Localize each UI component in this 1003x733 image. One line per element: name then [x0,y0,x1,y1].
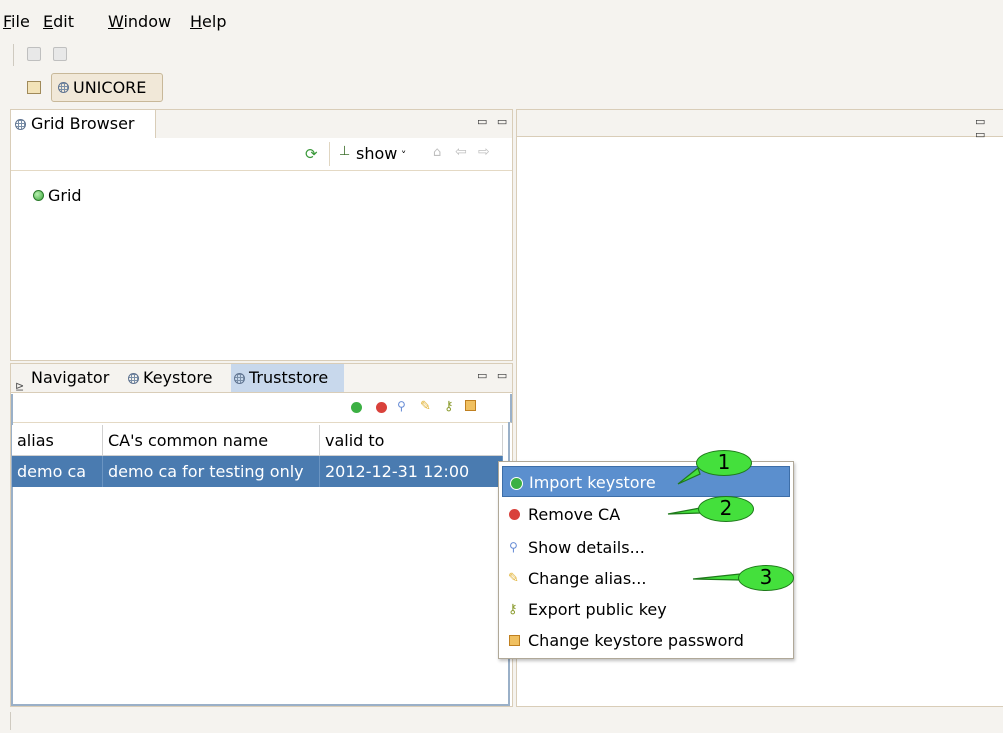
save-all-icon[interactable] [53,47,67,61]
cell-ca-common-name: demo ca for testing only [102,455,320,487]
column-header-ca-common-name[interactable]: CA's common name [102,425,320,456]
table-header-row: alias CA's common name valid to [12,425,503,456]
minimize-maximize-controls[interactable]: ▭ ▭ [975,115,1003,141]
grid-browser-tab-strip: Grid Browser ▭ ▭ [11,110,512,139]
key-export-icon[interactable]: ⚷ [444,399,454,414]
tab-label: Truststore [249,368,329,387]
pencil-icon[interactable]: ✎ [420,399,431,414]
back-arrow-icon[interactable]: ⇦ [455,144,467,160]
menu-item-label: Import keystore [529,473,656,492]
editor-tab-strip [517,110,1003,137]
column-header-alias[interactable]: alias [12,425,103,456]
tab-label: Grid Browser [31,114,135,133]
open-perspective-icon[interactable] [27,81,41,94]
tree-item-grid[interactable]: Grid [33,186,82,205]
menu-item-change-keystore-password[interactable]: Change keystore password [502,625,790,656]
truststore-toolbar: ⚲ ✎ ⚷ [11,394,512,423]
tab-truststore[interactable]: Truststore [231,364,344,392]
forward-arrow-icon[interactable]: ⇨ [478,144,490,160]
globe-icon [15,119,26,130]
menu-item-import-keystore[interactable]: Import keystore [502,466,790,497]
show-dropdown[interactable]: show ˅ [356,144,406,163]
tab-navigator[interactable]: ⊵ Navigator [11,364,125,393]
toolbar-separator [329,142,330,166]
perspective-label: UNICORE [73,78,147,97]
tab-label: Navigator [31,368,110,387]
remove-icon [509,509,520,520]
menu-item-label: Export public key [528,600,667,619]
add-icon[interactable] [351,402,362,413]
truststore-table: alias CA's common name valid to demo ca … [12,425,503,487]
menu-item-label: Change keystore password [528,631,744,650]
menu-edit[interactable]: Edit [43,12,74,31]
truststore-panel: ⊵ Navigator Keystore Truststore ▭ ▭ ⚲ ✎ … [10,363,513,707]
magnifier-icon[interactable]: ⚲ [397,399,406,413]
status-bar-separator [10,712,11,730]
refresh-icon[interactable]: ⟳ [305,145,318,163]
menu-help[interactable]: Help [190,12,226,31]
minimize-maximize-controls[interactable]: ▭ ▭ [477,115,510,128]
toolbar-separator [13,44,14,66]
context-menu: Import keystore Remove CA ⚲ Show details… [498,461,794,659]
lock-icon [509,635,520,646]
grid-browser-panel: Grid Browser ▭ ▭ ⟳ ⊥ show ˅ ⌂ ⇦ ⇨ Grid [10,109,513,361]
tab-keystore[interactable]: Keystore [125,364,231,392]
globe-icon [128,373,139,384]
callout-1: 1 [696,450,752,476]
callout-2: 2 [698,496,754,522]
key-export-icon: ⚷ [508,602,518,617]
tab-label: Keystore [143,368,213,387]
grid-node-icon [33,190,44,201]
lock-icon[interactable] [465,400,476,411]
globe-icon [58,82,69,93]
table-focus-border-bottom [11,704,510,706]
menu-window[interactable]: Window [108,12,171,31]
cell-valid-to: 2012-12-31 12:00 [319,455,503,487]
table-row[interactable]: demo ca demo ca for testing only 2012-12… [12,455,503,487]
hierarchy-icon: ⊥ [339,144,351,159]
menu-item-export-public-key[interactable]: ⚷ Export public key [502,594,790,625]
grid-browser-toolbar: ⟳ ⊥ show ˅ ⌂ ⇦ ⇨ [11,138,512,171]
bottom-tab-strip: ⊵ Navigator Keystore Truststore ▭ ▭ [11,364,512,393]
cell-alias: demo ca [12,455,103,487]
menu-file[interactable]: File [3,12,30,31]
perspective-unicore-button[interactable]: UNICORE [51,73,163,102]
save-icon[interactable] [27,47,41,61]
column-header-valid-to[interactable]: valid to [319,425,503,456]
pencil-icon: ✎ [508,571,519,586]
home-icon[interactable]: ⌂ [433,145,441,160]
remove-icon[interactable] [376,402,387,413]
menu-item-show-details[interactable]: ⚲ Show details... [502,532,790,563]
globe-icon [234,373,245,384]
menu-item-label: Show details... [528,538,645,557]
callout-3: 3 [738,565,794,591]
minimize-maximize-controls[interactable]: ▭ ▭ [477,369,510,382]
menu-item-label: Remove CA [528,505,621,524]
magnifier-icon: ⚲ [509,540,518,554]
add-icon [510,477,523,490]
menu-bar: File Edit Window Help [0,0,1003,36]
tab-grid-browser[interactable]: Grid Browser [11,110,156,138]
menu-item-label: Change alias... [528,569,647,588]
